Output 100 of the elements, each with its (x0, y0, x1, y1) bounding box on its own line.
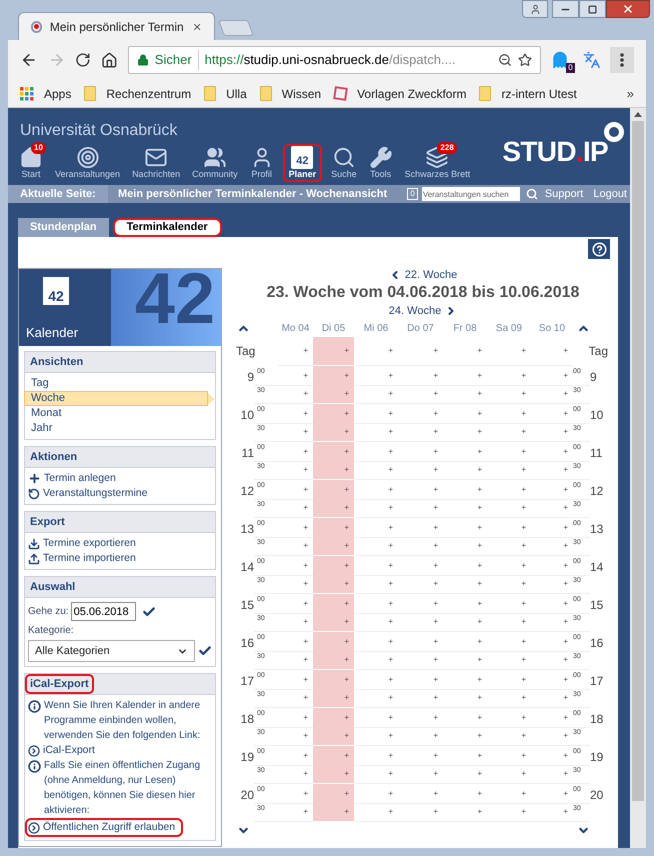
add-slot[interactable]: + (443, 518, 487, 538)
profile-button[interactable] (522, 0, 548, 18)
add-slot[interactable]: + (313, 575, 354, 594)
add-slot[interactable]: + (313, 385, 354, 404)
reload-icon[interactable] (75, 52, 92, 68)
add-slot[interactable]: + (487, 651, 531, 670)
add-slot[interactable]: + (398, 689, 443, 708)
add-slot[interactable]: + (354, 366, 398, 386)
nav-item[interactable]: Profil (246, 144, 277, 182)
view-link[interactable]: Jahr (24, 421, 215, 436)
add-slot[interactable]: + (487, 727, 531, 746)
add-slot[interactable]: + (487, 404, 531, 424)
add-slot[interactable]: + (487, 708, 531, 728)
add-slot[interactable]: + (398, 385, 443, 404)
add-slot[interactable]: + (398, 613, 443, 632)
add-slot[interactable]: + (398, 765, 443, 784)
add-slot[interactable]: + (398, 518, 443, 538)
add-slot[interactable]: + (313, 765, 354, 784)
close-window-button[interactable] (606, 0, 650, 18)
add-slot[interactable]: + (487, 556, 531, 576)
add-slot[interactable]: + (443, 385, 487, 404)
add-slot[interactable]: + (531, 575, 573, 594)
search-icon[interactable] (526, 188, 538, 200)
add-slot[interactable]: + (443, 689, 487, 708)
add-slot[interactable]: + (398, 423, 443, 442)
add-slot[interactable]: + (531, 337, 573, 366)
nav-item[interactable]: Start 10 (16, 144, 46, 182)
sidebar-link[interactable]: Öffentlichen Zugriff erlauben (25, 818, 184, 837)
add-slot[interactable]: + (443, 537, 487, 556)
add-slot[interactable]: + (443, 651, 487, 670)
add-slot[interactable]: + (398, 461, 443, 480)
star-icon[interactable] (518, 53, 532, 67)
nav-item[interactable]: Schwarzes Brett 228 (402, 144, 474, 182)
add-slot[interactable]: + (443, 746, 487, 766)
add-slot[interactable]: + (443, 784, 487, 804)
nav-item[interactable]: Community (189, 144, 241, 182)
maximize-button[interactable] (579, 0, 606, 18)
add-slot[interactable]: + (531, 746, 573, 766)
home-icon[interactable] (101, 52, 118, 68)
add-slot[interactable]: + (487, 442, 531, 462)
translate-icon[interactable] (582, 51, 600, 69)
add-slot[interactable]: + (531, 689, 573, 708)
bookmark-link[interactable]: Ulla (226, 84, 247, 102)
add-slot[interactable]: + (531, 594, 573, 614)
add-slot[interactable]: + (398, 575, 443, 594)
add-slot[interactable]: + (313, 556, 354, 576)
add-slot[interactable]: + (354, 746, 398, 766)
date-field[interactable]: 05.06.2018 (70, 602, 136, 621)
add-slot[interactable]: + (398, 727, 443, 746)
browser-tab[interactable]: Mein persönlicher Termin (18, 12, 215, 40)
add-slot[interactable]: + (313, 404, 354, 424)
add-slot[interactable]: + (313, 366, 354, 386)
nav-item[interactable]: Nachrichten (129, 144, 184, 182)
add-slot[interactable]: + (487, 784, 531, 804)
check-icon[interactable] (142, 604, 156, 618)
add-slot[interactable]: + (487, 480, 531, 500)
add-slot[interactable]: + (398, 480, 443, 500)
add-slot[interactable]: + (354, 518, 398, 538)
add-slot[interactable]: + (354, 765, 398, 784)
prev-week-link[interactable]: 22. Woche (404, 266, 458, 284)
add-slot[interactable]: + (531, 670, 573, 690)
add-slot[interactable]: + (313, 461, 354, 480)
add-slot[interactable]: + (398, 803, 443, 822)
add-slot[interactable]: + (354, 670, 398, 690)
add-slot[interactable]: + (443, 423, 487, 442)
add-slot[interactable]: + (531, 556, 573, 576)
add-slot[interactable]: + (313, 784, 354, 804)
add-slot[interactable]: + (354, 499, 398, 518)
add-slot[interactable]: + (487, 385, 531, 404)
add-slot[interactable]: + (443, 442, 487, 462)
add-slot[interactable]: + (313, 499, 354, 518)
add-slot[interactable]: + (313, 442, 354, 462)
help-button[interactable] (588, 239, 610, 259)
add-slot[interactable]: + (354, 727, 398, 746)
add-slot[interactable]: + (443, 480, 487, 500)
ghost-extension-icon[interactable] (550, 51, 569, 69)
add-slot[interactable]: + (354, 594, 398, 614)
add-slot[interactable]: + (443, 556, 487, 576)
add-slot[interactable]: + (354, 404, 398, 424)
add-slot[interactable]: + (531, 632, 573, 652)
add-slot[interactable]: + (354, 651, 398, 670)
day-header[interactable]: Mi 06 (354, 320, 398, 336)
add-slot[interactable]: + (531, 442, 573, 462)
add-slot[interactable]: + (313, 537, 354, 556)
add-slot[interactable]: + (354, 385, 398, 404)
add-slot[interactable]: + (354, 575, 398, 594)
add-slot[interactable]: + (398, 632, 443, 652)
add-slot[interactable]: + (313, 670, 354, 690)
add-slot[interactable]: + (487, 337, 531, 366)
add-slot[interactable]: + (487, 499, 531, 518)
add-slot[interactable]: + (313, 594, 354, 614)
add-slot[interactable]: + (531, 461, 573, 480)
nav-item[interactable]: Tools (366, 144, 396, 182)
add-slot[interactable]: + (531, 537, 573, 556)
add-slot[interactable]: + (487, 423, 531, 442)
sidebar-link[interactable]: Termin anlegen (28, 471, 116, 486)
add-slot[interactable]: + (487, 746, 531, 766)
add-slot[interactable]: + (398, 337, 443, 366)
tab[interactable]: Terminkalender (112, 218, 222, 237)
add-slot[interactable]: + (487, 632, 531, 652)
